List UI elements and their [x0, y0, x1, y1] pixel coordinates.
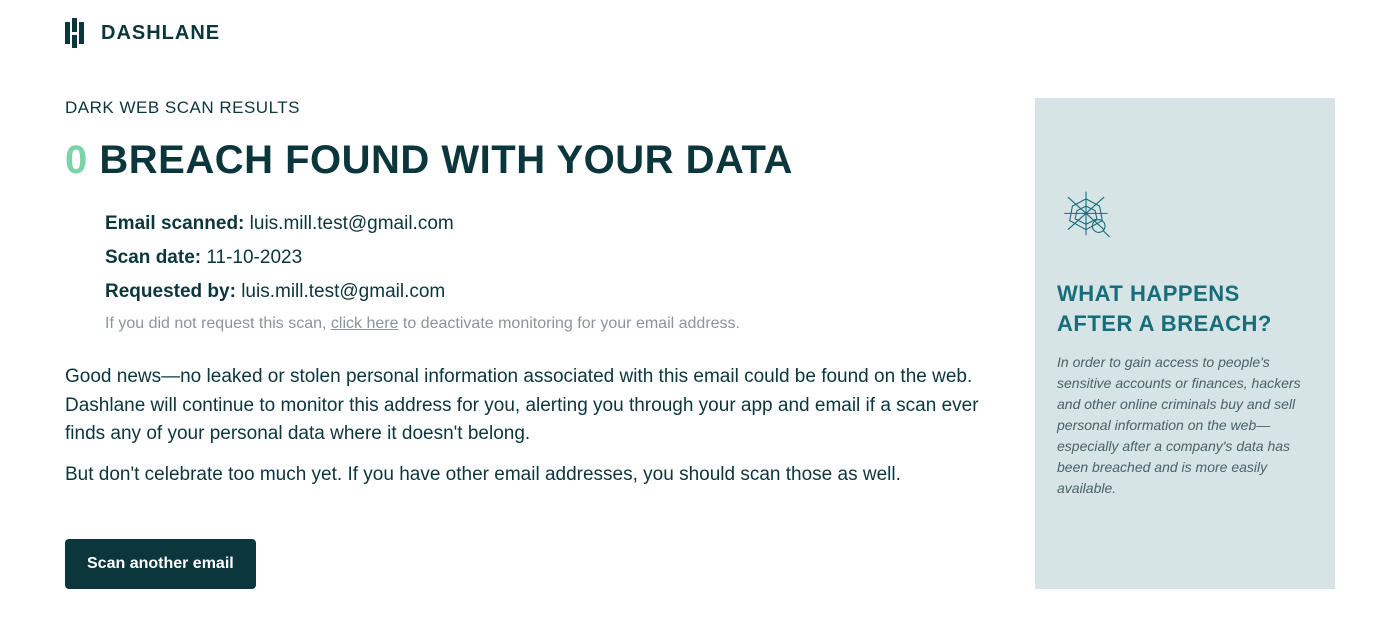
main-content: DARK WEB SCAN RESULTS 0 BREACH FOUND WIT… [65, 98, 1005, 589]
sidebar-title: WHAT HAPPENS AFTER A BREACH? [1057, 279, 1313, 338]
meta-email-label: Email scanned: [105, 213, 244, 234]
page-kicker: DARK WEB SCAN RESULTS [65, 98, 1005, 118]
opt-out-prefix: If you did not request this scan, [105, 315, 331, 332]
scan-meta: Email scanned: luis.mill.test@gmail.com … [105, 213, 1005, 333]
sidebar-card: WHAT HAPPENS AFTER A BREACH? In order to… [1035, 98, 1335, 589]
result-p2: But don't celebrate too much yet. If you… [65, 461, 1005, 490]
spiderweb-icon [1057, 188, 1313, 251]
meta-email: Email scanned: luis.mill.test@gmail.com [105, 213, 1005, 235]
meta-date: Scan date: 11-10-2023 [105, 247, 1005, 269]
page-title: 0 BREACH FOUND WITH YOUR DATA [65, 138, 1005, 183]
meta-requester-value: luis.mill.test@gmail.com [236, 281, 445, 302]
headline-rest: BREACH FOUND WITH YOUR DATA [88, 138, 793, 182]
scan-another-button[interactable]: Scan another email [65, 539, 256, 589]
opt-out-link[interactable]: click here [331, 315, 399, 332]
opt-out-line: If you did not request this scan, click … [105, 315, 1005, 333]
sidebar-body: In order to gain access to people's sens… [1057, 352, 1313, 499]
result-p1: Good news—no leaked or stolen personal i… [65, 363, 1005, 449]
result-body: Good news—no leaked or stolen personal i… [65, 363, 1005, 489]
opt-out-suffix: to deactivate monitoring for your email … [398, 315, 740, 332]
meta-date-label: Scan date: [105, 247, 201, 268]
meta-requester: Requested by: luis.mill.test@gmail.com [105, 281, 1005, 303]
brand-logo-icon [65, 18, 91, 48]
meta-email-value: luis.mill.test@gmail.com [244, 213, 453, 234]
meta-date-value: 11-10-2023 [201, 247, 302, 268]
meta-requester-label: Requested by: [105, 281, 236, 302]
breach-count: 0 [65, 138, 88, 182]
brand-header: DASHLANE [65, 18, 1335, 48]
brand-name: DASHLANE [101, 22, 220, 45]
